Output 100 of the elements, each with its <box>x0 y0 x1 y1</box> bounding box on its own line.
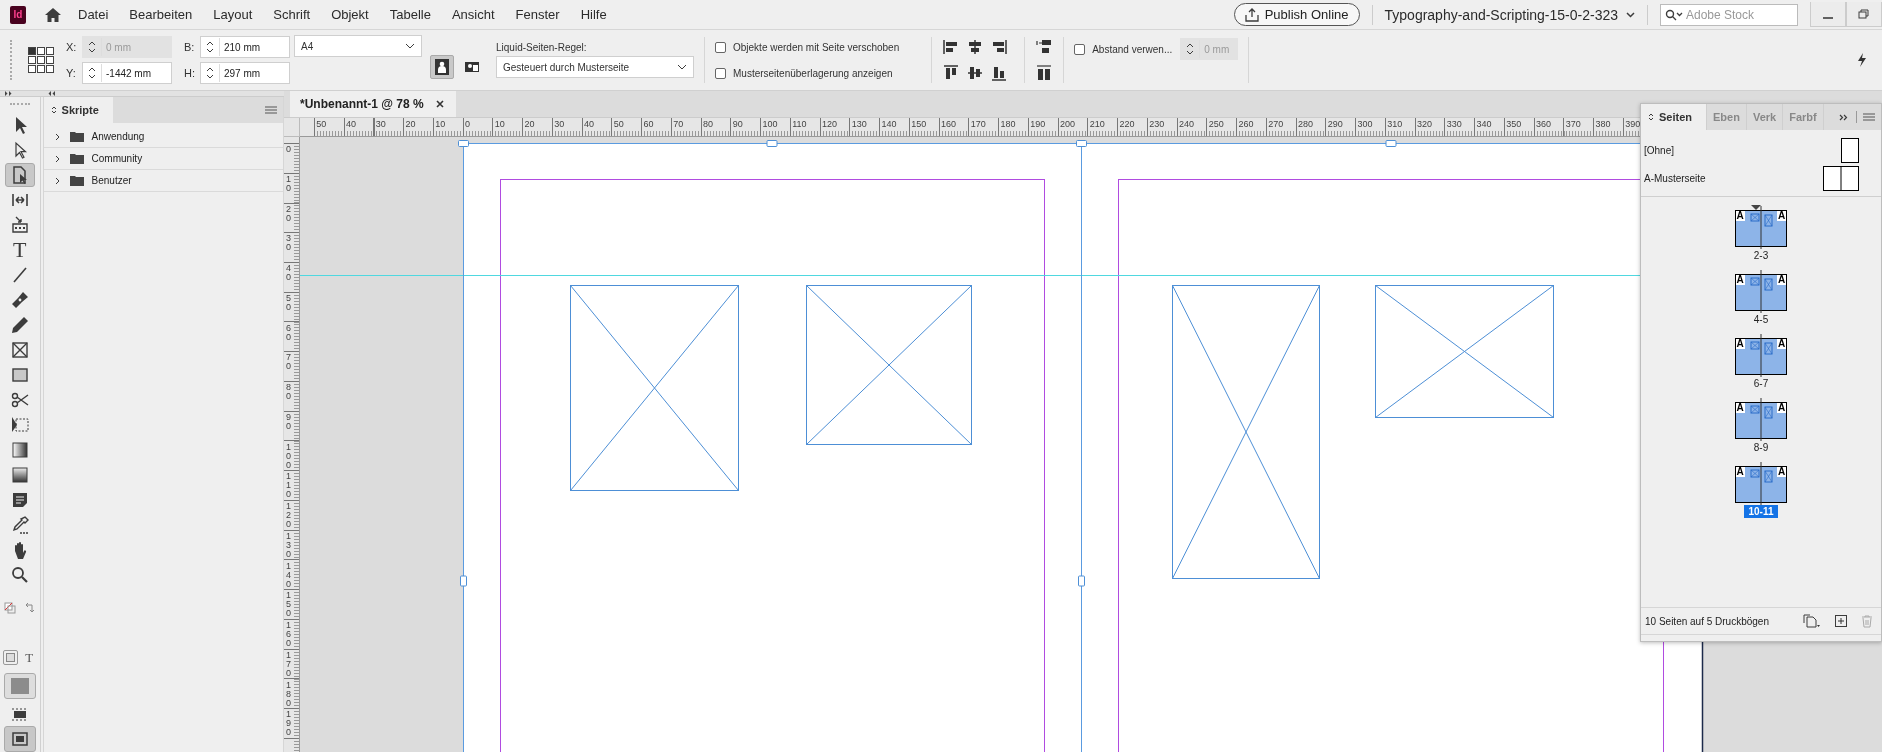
preset-dropdown[interactable]: A4 <box>294 35 422 57</box>
ruler-label: 40 <box>584 119 594 129</box>
home-icon[interactable] <box>44 6 62 23</box>
ruler-label: 260 <box>1238 119 1254 129</box>
swap-icon[interactable] <box>23 602 36 614</box>
ruler-label: 100 <box>762 119 778 129</box>
script-folder-item[interactable]: Benutzer <box>43 170 283 192</box>
menu-item[interactable]: Datei <box>78 7 109 22</box>
menu-item[interactable]: Schrift <box>273 7 311 22</box>
feather-gradient-icon <box>9 465 30 485</box>
restore-button[interactable] <box>1846 2 1882 27</box>
checkbox[interactable] <box>715 67 726 79</box>
resize-handle[interactable] <box>458 140 469 147</box>
text-format-toggle[interactable]: T <box>21 650 37 665</box>
align-middle-icon[interactable] <box>966 64 985 82</box>
number-field[interactable]: -1442 mm <box>82 62 172 84</box>
page-tool[interactable] <box>4 163 35 187</box>
ruler-label: 10 <box>435 119 446 129</box>
zoom-icon <box>9 565 30 585</box>
ruler-label: 70 <box>286 353 292 372</box>
menu-item[interactable]: Layout <box>213 7 253 22</box>
type-tool[interactable]: T <box>4 238 35 262</box>
ruler-label: 50 <box>613 119 624 129</box>
ruler-label: 350 <box>1506 119 1522 129</box>
chevron-right-icon[interactable] <box>53 176 62 185</box>
folder-icon <box>69 175 84 186</box>
minimize-button[interactable] <box>1810 2 1846 27</box>
master-page-item[interactable]: A-Musterseite <box>1641 164 1881 192</box>
ruler-label: 110 <box>286 472 292 500</box>
checkbox[interactable] <box>715 41 726 53</box>
ruler-label: 110 <box>792 119 807 129</box>
status-text: 10 Seiten auf 5 Druckbögen <box>1645 615 1770 627</box>
new-page-icon[interactable] <box>1835 615 1847 627</box>
ruler-label: 170 <box>970 119 986 129</box>
resize-handle[interactable] <box>766 140 778 147</box>
menu-item[interactable]: Ansicht <box>451 7 495 22</box>
ruler-label: 160 <box>286 621 292 648</box>
ruler-label: 190 <box>1030 119 1046 129</box>
master-letter: A <box>1778 338 1786 349</box>
portrait-button[interactable] <box>430 55 454 79</box>
script-folder-item[interactable]: Anwendung <box>43 126 283 148</box>
menu-item[interactable]: Hilfe <box>580 7 607 22</box>
master-letter: A <box>1736 210 1744 221</box>
resize-handle[interactable] <box>1076 140 1087 147</box>
expand-icon[interactable] <box>5 91 13 96</box>
checkbox-label: Objekte werden mit Seite verschoben <box>733 41 900 53</box>
ruler-label: 130 <box>286 531 292 559</box>
pointer-icon <box>1751 205 1761 210</box>
ruler-label: 310 <box>1387 119 1403 129</box>
menu-item[interactable]: Bearbeiten <box>129 7 193 22</box>
align-top-icon[interactable] <box>942 64 961 82</box>
resize-handle[interactable] <box>460 575 467 587</box>
square-icon <box>5 653 15 662</box>
spread-label[interactable]: 10-11 <box>1744 505 1778 518</box>
page-icon <box>1841 137 1859 163</box>
number-field[interactable]: 210 mm <box>200 36 290 58</box>
container-format-toggle[interactable] <box>2 650 18 665</box>
chevron-right-icon[interactable] <box>53 132 62 141</box>
portrait-icon <box>434 58 450 76</box>
more-icon[interactable] <box>1839 113 1848 121</box>
document-switcher[interactable]: Typography-and-Scripting-15-0-2-323 <box>1384 6 1635 23</box>
fill-swatch[interactable] <box>3 673 36 699</box>
distribute-vertical-icon[interactable] <box>1035 38 1054 56</box>
menu-item[interactable]: Objekt <box>331 7 369 22</box>
ruler-label: 230 <box>1149 119 1165 129</box>
align-right-icon[interactable] <box>990 38 1009 56</box>
master-page-item[interactable]: [Ohne] <box>1641 136 1881 164</box>
menu-item[interactable]: Tabelle <box>389 7 431 22</box>
resize-handle[interactable] <box>1078 575 1085 587</box>
lightning-icon[interactable] <box>1856 52 1868 68</box>
folder-icon <box>69 153 84 164</box>
reference-point-icon[interactable] <box>28 47 54 73</box>
script-folder-item[interactable]: Community <box>43 148 283 170</box>
default-colors-icon[interactable] <box>3 602 16 614</box>
panel-tab[interactable]: Skripte <box>43 97 113 123</box>
panel-tab[interactable]: Seiten <box>1641 104 1707 130</box>
align-bottom-icon[interactable] <box>990 64 1009 82</box>
close-icon[interactable] <box>435 100 444 108</box>
publish-button[interactable]: Publish Online <box>1233 3 1360 26</box>
ruler-label: 320 <box>1417 119 1433 129</box>
ruler-label: 170 <box>286 650 292 678</box>
ruler-label: 370 <box>1565 119 1581 129</box>
sort-icon <box>50 105 57 115</box>
document-tab[interactable]: *Unbenannt-1 @ 78 % <box>290 91 456 117</box>
chevron-right-icon[interactable] <box>53 154 62 163</box>
page-size-icon[interactable] <box>1803 614 1821 628</box>
master-letter: A <box>1778 274 1786 285</box>
screen-mode-button[interactable] <box>3 726 36 752</box>
ruler-label: 150 <box>286 591 292 619</box>
ruler-label: 10 <box>494 119 505 129</box>
number-field[interactable]: 297 mm <box>200 62 290 84</box>
app-logo: Id <box>10 5 26 24</box>
distribute-horizontal-icon[interactable] <box>1035 64 1054 82</box>
minimize-icon <box>1823 17 1833 19</box>
ruler-label: 380 <box>1595 119 1611 129</box>
liquid-rule-dropdown[interactable]: Gesteuert durch Musterseite <box>496 56 694 78</box>
resize-handle[interactable] <box>1385 140 1397 147</box>
sort-icon <box>1648 112 1654 122</box>
menu-item[interactable]: Fenster <box>515 7 560 22</box>
dotted-frame-icon[interactable] <box>10 707 29 721</box>
